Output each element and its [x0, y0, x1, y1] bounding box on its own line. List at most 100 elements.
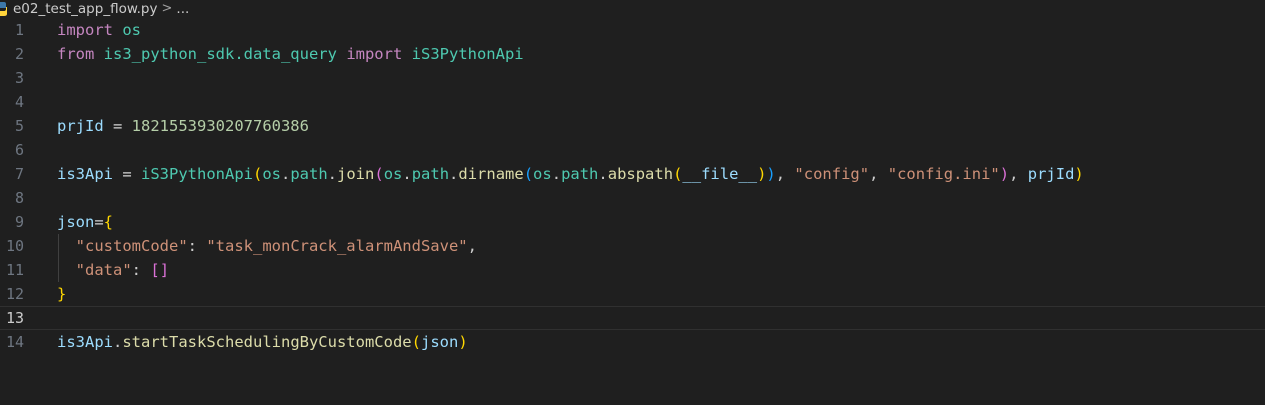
code-token: 1821553930207760386: [131, 117, 309, 135]
code-token: "customCode": [75, 237, 188, 255]
code-token: os: [122, 21, 142, 39]
line-number: 9: [14, 213, 24, 231]
code-token: abspath: [607, 165, 674, 183]
line-number: 5: [14, 117, 24, 135]
code-line[interactable]: 2 from is3_python_sdk.data_query import i…: [0, 42, 1265, 66]
breadcrumb-separator: >: [161, 1, 173, 16]
code-line[interactable]: 13: [0, 306, 1265, 330]
code-token: [: [150, 261, 160, 279]
code-token: :: [131, 261, 151, 279]
code-token: (: [374, 165, 384, 183]
code-token: join: [337, 165, 375, 183]
code-token: is3_python_sdk.data_query: [103, 45, 337, 63]
code-token: =: [113, 165, 141, 183]
code-line[interactable]: 7 is3Api = iS3PythonApi(os.path.join(os.p…: [0, 162, 1265, 186]
line-number: 2: [14, 45, 24, 63]
code-token: (: [252, 165, 263, 183]
code-text[interactable]: prjId = 1821553930207760386: [57, 114, 309, 138]
code-token: os: [383, 165, 403, 183]
code-token: json: [57, 213, 95, 231]
code-text[interactable]: is3Api.startTaskSchedulingByCustomCode(j…: [57, 330, 468, 354]
code-token: ): [766, 165, 776, 183]
code-token: =: [103, 117, 132, 135]
code-token: "data": [75, 261, 132, 279]
code-token: .: [281, 165, 291, 183]
line-number: 12: [5, 285, 24, 303]
code-token: is3Api: [57, 333, 113, 351]
code-token: (: [673, 165, 683, 183]
code-line[interactable]: 10 "customCode": "task_monCrack_alarmAnd…: [0, 234, 1265, 258]
code-token: os: [533, 165, 552, 183]
code-line[interactable]: 12}: [0, 282, 1265, 306]
code-token: os: [262, 165, 281, 183]
breadcrumb: e02_test_app_flow.py > ...: [0, 0, 1265, 17]
code-token: prjId: [57, 117, 104, 135]
line-number: 6: [14, 141, 24, 159]
code-token: path: [290, 165, 328, 183]
code-token: ,: [467, 237, 477, 255]
line-number: 14: [5, 333, 24, 351]
code-token: .: [598, 165, 608, 183]
code-text[interactable]: import os: [57, 18, 141, 42]
code-token: ]: [159, 261, 170, 279]
code-line[interactable]: 5 prjId = 1821553930207760386: [0, 114, 1265, 138]
code-token: .: [449, 165, 459, 183]
code-token: iS3PythonApi: [411, 45, 524, 63]
code-text[interactable]: "data": []: [57, 258, 169, 282]
code-text[interactable]: from is3_python_sdk.data_query import iS…: [57, 42, 524, 66]
code-token: iS3PythonApi: [141, 165, 253, 183]
breadcrumb-file-name[interactable]: e02_test_app_flow.py: [13, 1, 158, 17]
code-token: ): [999, 165, 1010, 183]
code-line[interactable]: 3: [0, 66, 1265, 90]
code-token: path: [561, 165, 599, 183]
code-text[interactable]: json={: [57, 210, 113, 234]
code-text[interactable]: }: [57, 282, 66, 306]
line-number: 13: [5, 309, 24, 327]
code-line[interactable]: 6: [0, 138, 1265, 162]
code-token: path: [411, 165, 450, 183]
code-token: __file__: [682, 165, 758, 183]
code-token: dirname: [458, 165, 524, 183]
code-token: .: [551, 165, 562, 183]
code-text[interactable]: "customCode": "task_monCrack_alarmAndSav…: [57, 234, 477, 258]
code-line[interactable]: 9 json={: [0, 210, 1265, 234]
code-token: ): [458, 333, 468, 351]
breadcrumb-symbol-ellipsis[interactable]: ...: [176, 1, 189, 17]
code-token: {: [103, 213, 114, 231]
line-number: 8: [14, 189, 24, 207]
code-token: (: [523, 165, 534, 183]
code-token: (: [411, 333, 421, 351]
line-number: 7: [14, 165, 24, 183]
code-line[interactable]: 14 is3Api.startTaskSchedulingByCustomCode…: [0, 330, 1265, 354]
code-line[interactable]: 8: [0, 186, 1265, 210]
code-token: =: [94, 213, 104, 231]
python-file-icon: [0, 1, 7, 16]
code-line[interactable]: 1 import os: [0, 18, 1265, 42]
line-number: 10: [5, 237, 24, 255]
code-line[interactable]: 11 "data": []: [0, 258, 1265, 282]
code-line[interactable]: 4: [0, 90, 1265, 114]
code-token: startTaskSchedulingByCustomCode: [122, 333, 412, 351]
code-text[interactable]: is3Api = iS3PythonApi(os.path.join(os.pa…: [57, 162, 1084, 186]
line-number: 1: [14, 21, 24, 39]
line-number: 11: [5, 261, 24, 279]
code-token: ,: [1009, 165, 1028, 183]
code-token: }: [57, 285, 67, 303]
code-token: "task_monCrack_alarmAndSave": [206, 237, 468, 255]
code-token: is3Api: [57, 165, 113, 183]
code-token: import: [346, 45, 403, 63]
code-token: import: [57, 21, 113, 39]
code-editor[interactable]: 1 import os 2 from is3_python_sdk.data_quer…: [0, 18, 1265, 354]
code-token: json: [420, 333, 459, 351]
line-number: 3: [14, 69, 24, 87]
code-token: "config.ini": [887, 165, 1000, 183]
code-token: ): [1074, 165, 1084, 183]
code-token: ): [757, 165, 767, 183]
code-token: "config": [794, 165, 870, 183]
line-number: 4: [14, 93, 24, 111]
